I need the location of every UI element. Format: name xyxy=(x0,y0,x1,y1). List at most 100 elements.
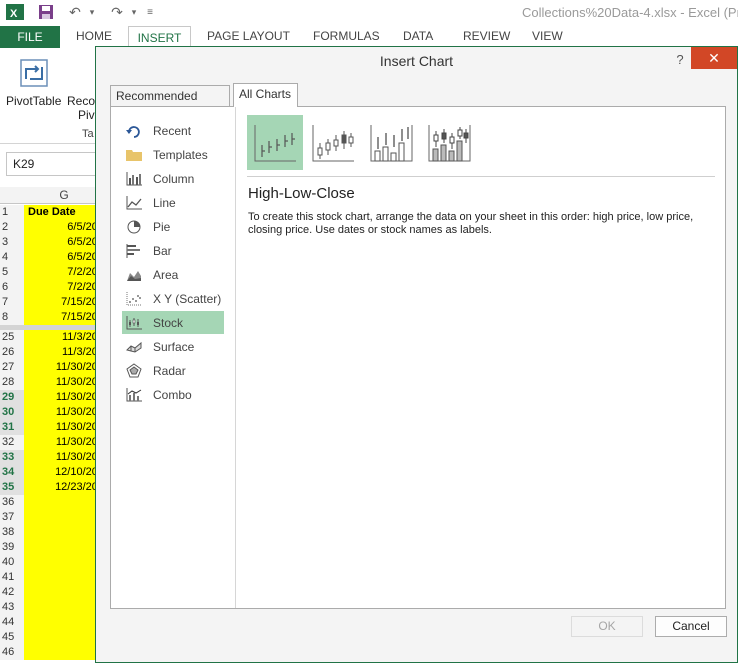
row-header[interactable]: 36 xyxy=(0,495,24,510)
tab-data[interactable]: DATA xyxy=(403,29,433,43)
help-button[interactable]: ? xyxy=(668,49,692,71)
row-header[interactable]: 6 xyxy=(0,280,24,295)
due-date-cell[interactable]: 7/2/201 xyxy=(24,265,105,280)
row-header[interactable]: 45 xyxy=(0,630,24,645)
chart-type-combo[interactable]: Combo xyxy=(122,383,224,406)
undo-icon[interactable]: ↶ xyxy=(64,3,86,21)
row-header[interactable]: 30 xyxy=(0,405,24,420)
due-date-cell[interactable]: 11/30/201 xyxy=(24,360,105,375)
due-date-cell[interactable]: 12/23/201 xyxy=(24,480,105,495)
row-header[interactable]: 42 xyxy=(0,585,24,600)
due-date-cell[interactable] xyxy=(24,630,105,645)
ok-button[interactable]: OK xyxy=(571,616,643,637)
tab-view[interactable]: VIEW xyxy=(532,29,563,43)
due-date-cell[interactable]: 11/30/201 xyxy=(24,450,105,465)
due-date-cell[interactable]: 11/30/201 xyxy=(24,420,105,435)
due-date-cell[interactable] xyxy=(24,540,105,555)
due-date-cell[interactable]: 12/10/201 xyxy=(24,465,105,480)
row-header[interactable]: 40 xyxy=(0,555,24,570)
chart-type-surface[interactable]: Surface xyxy=(122,335,224,358)
due-date-cell[interactable]: 11/30/201 xyxy=(24,390,105,405)
close-button[interactable]: ✕ xyxy=(691,47,737,69)
subtype-open-high-low-close[interactable] xyxy=(305,115,361,170)
redo-icon[interactable]: ↷ xyxy=(106,3,128,21)
customize-qat-icon[interactable]: ≡ xyxy=(144,3,156,21)
row-header[interactable]: 37 xyxy=(0,510,24,525)
due-date-cell[interactable] xyxy=(24,645,105,660)
recommended-pivot-button[interactable]: Reco xyxy=(67,94,95,108)
row-header[interactable]: 32 xyxy=(0,435,24,450)
chart-type-line[interactable]: Line xyxy=(122,191,224,214)
tab-all-charts[interactable]: All Charts xyxy=(233,83,298,107)
row-header[interactable]: 4 xyxy=(0,250,24,265)
pivottable-button[interactable]: PivotTable xyxy=(6,94,61,108)
name-box[interactable]: K29 xyxy=(6,152,96,176)
due-date-cell[interactable] xyxy=(24,525,105,540)
chart-type-recent[interactable]: Recent xyxy=(122,119,224,142)
tab-recommended-charts[interactable]: Recommended Charts xyxy=(110,85,230,123)
tab-file[interactable]: FILE xyxy=(0,26,60,48)
tab-home[interactable]: HOME xyxy=(76,29,112,43)
pivottable-icon[interactable] xyxy=(18,57,50,89)
row-header[interactable]: 3 xyxy=(0,235,24,250)
row-header[interactable]: 28 xyxy=(0,375,24,390)
undo-dropdown-icon[interactable]: ▾ xyxy=(86,3,98,21)
row-header[interactable]: 39 xyxy=(0,540,24,555)
row-header[interactable]: 43 xyxy=(0,600,24,615)
due-date-cell[interactable]: 6/5/201 xyxy=(24,220,105,235)
due-date-cell[interactable]: 6/5/201 xyxy=(24,235,105,250)
due-date-cell[interactable]: 11/3/201 xyxy=(24,330,105,345)
row-header[interactable]: 38 xyxy=(0,525,24,540)
tab-formulas[interactable]: FORMULAS xyxy=(313,29,380,43)
redo-dropdown-icon[interactable]: ▾ xyxy=(128,3,140,21)
chart-type-radar[interactable]: Radar xyxy=(122,359,224,382)
row-header[interactable]: 5 xyxy=(0,265,24,280)
row-header[interactable]: 26 xyxy=(0,345,24,360)
row-header[interactable]: 46 xyxy=(0,645,24,660)
row-header[interactable]: 27 xyxy=(0,360,24,375)
row-header[interactable]: 1 xyxy=(0,205,24,220)
due-date-cell[interactable] xyxy=(24,570,105,585)
tab-page-layout[interactable]: PAGE LAYOUT xyxy=(207,29,290,43)
due-date-cell[interactable]: 6/5/201 xyxy=(24,250,105,265)
select-all-corner[interactable] xyxy=(0,187,24,204)
due-date-cell[interactable]: 7/15/201 xyxy=(24,295,105,310)
due-date-cell[interactable]: 7/15/201 xyxy=(24,310,105,325)
row-header[interactable]: 2 xyxy=(0,220,24,235)
row-header[interactable]: 7 xyxy=(0,295,24,310)
row-header[interactable]: 29 xyxy=(0,390,24,405)
chart-type-x-y-scatter[interactable]: X Y (Scatter) xyxy=(122,287,224,310)
chart-type-templates[interactable]: Templates xyxy=(122,143,224,166)
due-date-cell[interactable]: 7/2/201 xyxy=(24,280,105,295)
chart-type-area[interactable]: Area xyxy=(122,263,224,286)
due-date-cell[interactable]: 11/30/201 xyxy=(24,405,105,420)
tab-review[interactable]: REVIEW xyxy=(463,29,510,43)
cancel-button[interactable]: Cancel xyxy=(655,616,727,637)
due-date-cell[interactable]: 11/3/201 xyxy=(24,345,105,360)
row-header[interactable]: 33 xyxy=(0,450,24,465)
row-header[interactable]: 34 xyxy=(0,465,24,480)
due-date-cell[interactable] xyxy=(24,615,105,630)
row-header[interactable]: 8 xyxy=(0,310,24,325)
row-header[interactable]: 25 xyxy=(0,330,24,345)
subtype-volume-high-low-close[interactable] xyxy=(363,115,419,170)
due-date-cell[interactable]: 11/30/201 xyxy=(24,375,105,390)
due-date-cell[interactable] xyxy=(24,600,105,615)
subtype-high-low-close[interactable] xyxy=(247,115,303,170)
row-header[interactable]: 35 xyxy=(0,480,24,495)
row-header[interactable]: 31 xyxy=(0,420,24,435)
subtype-volume-open-high-low-close[interactable] xyxy=(421,115,477,170)
due-date-cell[interactable] xyxy=(24,495,105,510)
chart-type-column[interactable]: Column xyxy=(122,167,224,190)
column-header-g[interactable]: G xyxy=(24,187,104,204)
row-header[interactable]: 44 xyxy=(0,615,24,630)
row-header[interactable]: 41 xyxy=(0,570,24,585)
due-date-cell[interactable] xyxy=(24,555,105,570)
chart-type-pie[interactable]: Pie xyxy=(122,215,224,238)
chart-type-bar[interactable]: Bar xyxy=(122,239,224,262)
save-icon[interactable] xyxy=(36,3,56,21)
header-cell[interactable]: Due Date xyxy=(24,205,105,220)
chart-type-stock[interactable]: Stock xyxy=(122,311,224,334)
due-date-cell[interactable] xyxy=(24,585,105,600)
due-date-cell[interactable]: 11/30/201 xyxy=(24,435,105,450)
